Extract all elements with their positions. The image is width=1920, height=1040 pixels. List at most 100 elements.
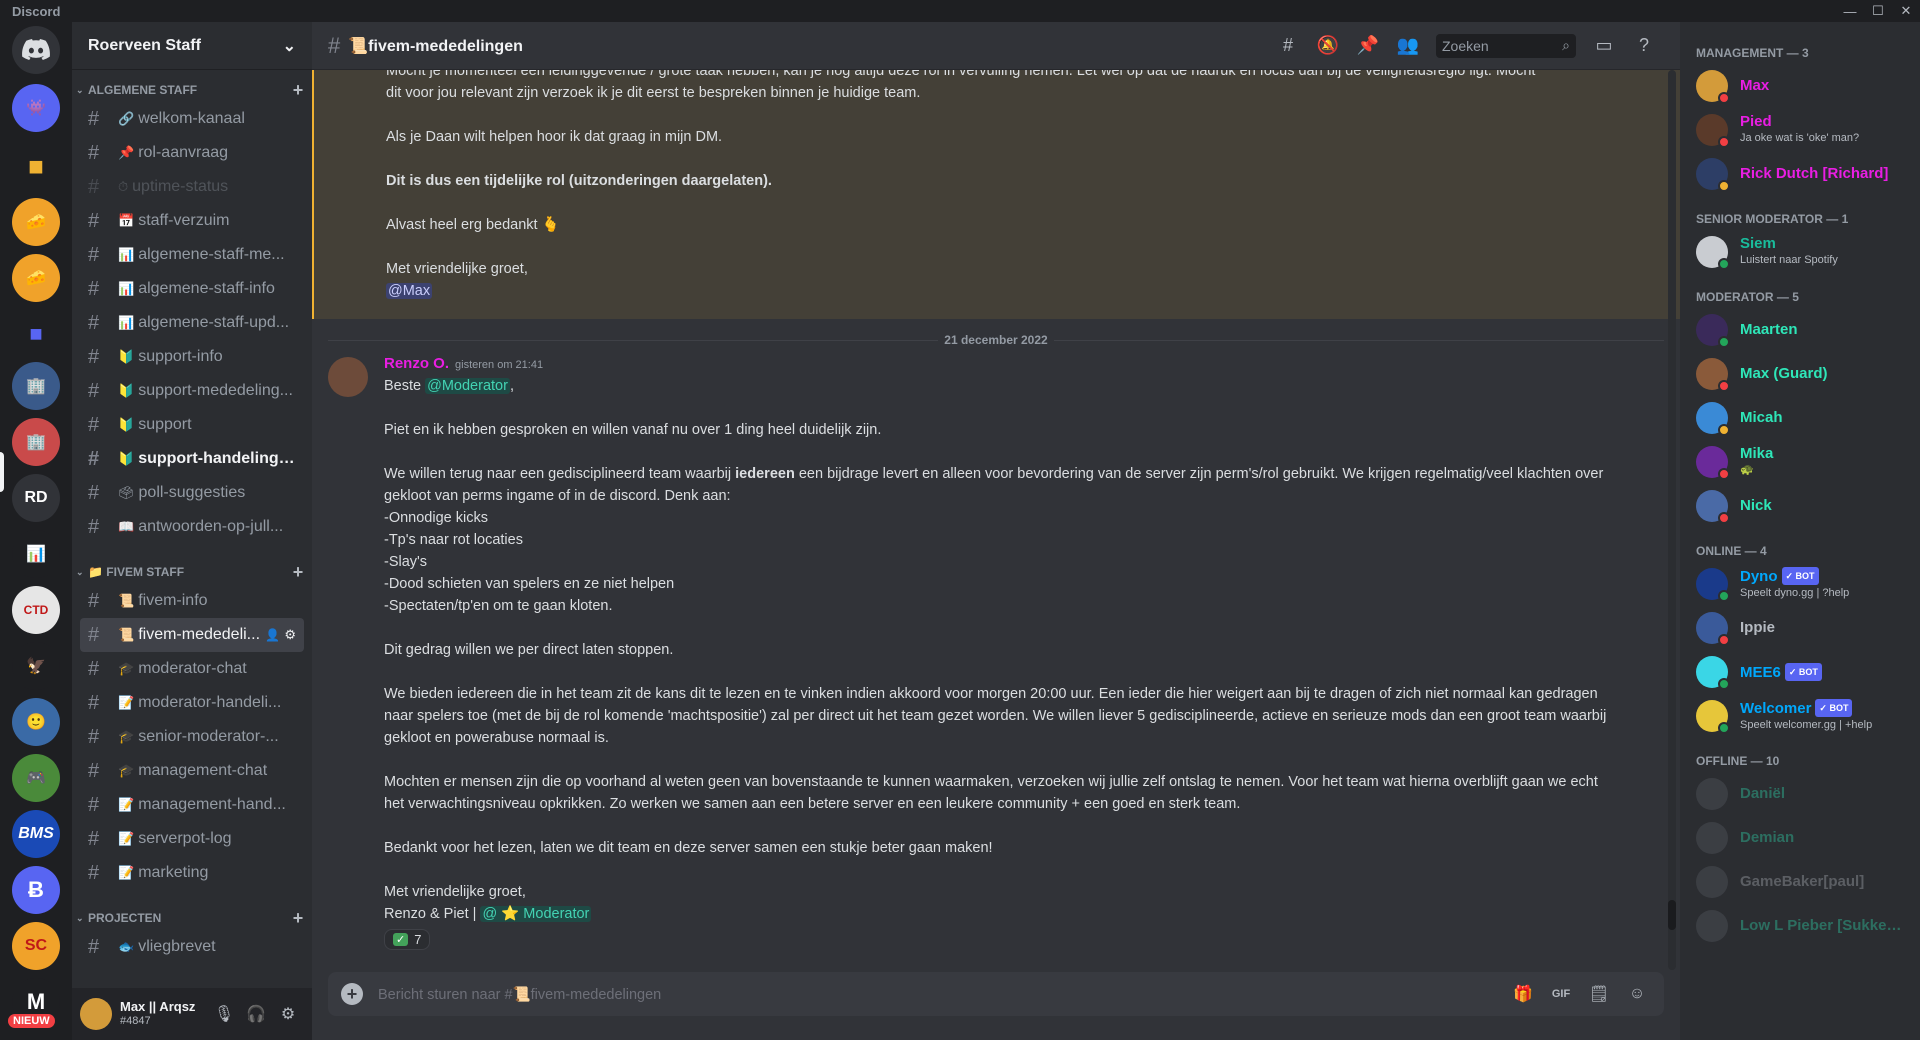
help-icon[interactable]: ?	[1624, 35, 1664, 56]
server-folder[interactable]: ■	[12, 310, 60, 358]
member-item[interactable]: Micah	[1688, 396, 1912, 440]
member-item[interactable]: Max	[1688, 64, 1912, 108]
member-item[interactable]: Maarten	[1688, 308, 1912, 352]
channel-item[interactable]: # 🔰 support-mededeling...	[80, 374, 304, 408]
channel-item[interactable]: # 📅 staff-verzuim	[80, 204, 304, 238]
bell-muted-icon[interactable]: 🔕	[1308, 35, 1348, 56]
scrollbar-thumb[interactable]	[1668, 900, 1676, 930]
server-icon[interactable]: 🏢	[12, 362, 60, 410]
member-name: Mika	[1740, 446, 1774, 462]
server-icon[interactable]: 📊	[12, 530, 60, 578]
channel-item[interactable]: # 📝 moderator-handeli...	[80, 686, 304, 720]
server-icon[interactable]: 👾	[12, 84, 60, 132]
avatar[interactable]	[80, 998, 112, 1030]
channel-category[interactable]: ⌄ Projecten +	[72, 906, 312, 930]
role-mention[interactable]: @Moderator	[425, 378, 510, 394]
channel-item[interactable]: # 🔰 support-handelingen	[80, 442, 304, 476]
channel-category[interactable]: ⌄ 📁 Fivem staff +	[72, 560, 312, 584]
channel-category[interactable]: ⌄ Algemene staff +	[72, 78, 312, 102]
member-item[interactable]: Daniël	[1688, 772, 1912, 816]
add-member-icon[interactable]: 👤	[265, 628, 280, 642]
member-item[interactable]: Ippie	[1688, 606, 1912, 650]
sticker-icon[interactable]: 🗒	[1580, 984, 1618, 1004]
server-icon[interactable]: 🧀	[12, 198, 60, 246]
inbox-icon[interactable]: ▭	[1584, 35, 1624, 56]
server-icon-sc[interactable]: SC	[12, 922, 60, 970]
user-mention[interactable]: @Max	[386, 283, 433, 299]
gear-icon[interactable]: ⚙	[272, 1004, 304, 1024]
close-icon[interactable]: ✕	[1892, 3, 1920, 19]
channel-item[interactable]: # 📊 algemene-staff-me...	[80, 238, 304, 272]
avatar	[1696, 822, 1728, 854]
channel-item[interactable]: # 📝 management-hand...	[80, 788, 304, 822]
search-input[interactable]: Zoeken ⌕	[1436, 33, 1576, 58]
server-icon-roerveen[interactable]: 🏢	[12, 418, 60, 466]
channel-item[interactable]: # ⏱ uptime-status	[80, 170, 304, 204]
user-info[interactable]: Max || Arqsz #4847	[120, 1000, 208, 1028]
member-item[interactable]: Welcomer ✓ BOT Speelt welcomer.gg | +help	[1688, 694, 1912, 738]
channel-item[interactable]: # 📊 algemene-staff-upd...	[80, 306, 304, 340]
members-icon[interactable]: 👥	[1388, 35, 1428, 56]
plus-icon[interactable]: +	[284, 908, 312, 929]
maximize-icon[interactable]: ☐	[1864, 3, 1892, 19]
member-item[interactable]: Rick Dutch [Richard]	[1688, 152, 1912, 196]
attach-button[interactable]: +	[336, 978, 368, 1010]
channel-item[interactable]: # 📜 fivem-info	[80, 584, 304, 618]
channel-item[interactable]: # 🔰 support-info	[80, 340, 304, 374]
channel-item[interactable]: # 🔰 support	[80, 408, 304, 442]
category-label: 📁 Fivem staff	[88, 565, 185, 579]
reaction[interactable]: ✓ 7	[384, 929, 431, 950]
channel-item[interactable]: # 📜 fivem-mededeli... 👤 ⚙	[80, 618, 304, 652]
server-icon[interactable]: 🙂	[12, 698, 60, 746]
channel-item[interactable]: # 📝 serverpot-log	[80, 822, 304, 856]
channel-item[interactable]: # 📝 marketing	[80, 856, 304, 890]
channel-item[interactable]: # 📌 rol-aanvraag	[80, 136, 304, 170]
server-icon-bms[interactable]: BMS	[12, 810, 60, 858]
member-item[interactable]: Mika 🐢	[1688, 440, 1912, 484]
channel-item[interactable]: # 🐟 vliegbrevet	[80, 930, 304, 964]
plus-icon[interactable]: +	[284, 80, 312, 101]
threads-icon[interactable]: #	[1268, 35, 1308, 56]
headphones-icon[interactable]: 🎧	[240, 1004, 272, 1024]
server-icon[interactable]: 🎮	[12, 754, 60, 802]
gear-icon[interactable]: ⚙	[284, 627, 296, 643]
channel-emoji-icon: 🎓	[118, 763, 135, 778]
channel-item[interactable]: # 📖 antwoorden-op-jull...	[80, 510, 304, 544]
home-button[interactable]	[12, 26, 60, 74]
server-folder[interactable]: ■	[12, 142, 60, 190]
emoji-icon[interactable]: ☺	[1618, 985, 1656, 1003]
scrollbar[interactable]	[1668, 70, 1676, 970]
message-composer[interactable]: + Bericht sturen naar #📜fivem-mededeling…	[328, 972, 1664, 1016]
server-icon[interactable]: 🦅	[12, 642, 60, 690]
member-item[interactable]: Pied Ja oke wat is 'oke' man?	[1688, 108, 1912, 152]
member-item[interactable]: GameBaker[paul]	[1688, 860, 1912, 904]
message-input[interactable]: Bericht sturen naar #📜fivem-mededelingen	[368, 986, 1504, 1003]
gif-button[interactable]: GIF	[1542, 988, 1580, 1000]
microphone-icon[interactable]: 🎙	[208, 1004, 240, 1024]
channel-item[interactable]: # 🎓 management-chat	[80, 754, 304, 788]
server-icon[interactable]: CTD	[12, 586, 60, 634]
gift-icon[interactable]: 🎁	[1504, 984, 1542, 1004]
member-item[interactable]: Dyno ✓ BOT Speelt dyno.gg | ?help	[1688, 562, 1912, 606]
member-item[interactable]: Low L Pieber [Sukkel ...	[1688, 904, 1912, 948]
channel-item[interactable]: # 🔗 welkom-kanaal	[80, 102, 304, 136]
channel-item[interactable]: # 🎓 moderator-chat	[80, 652, 304, 686]
channel-item[interactable]: # 📊 algemene-staff-info	[80, 272, 304, 306]
server-icon[interactable]: 🧀	[12, 254, 60, 302]
server-icon-rd[interactable]: RD	[12, 474, 60, 522]
role-mention[interactable]: @ ⭐ Moderator	[480, 906, 592, 922]
member-item[interactable]: Demian	[1688, 816, 1912, 860]
channel-item[interactable]: # 🎓 senior-moderator-...	[80, 720, 304, 754]
member-item[interactable]: Max (Guard)	[1688, 352, 1912, 396]
member-item[interactable]: MEE6 ✓ BOT	[1688, 650, 1912, 694]
member-item[interactable]: Siem Luistert naar Spotify	[1688, 230, 1912, 274]
avatar[interactable]	[328, 357, 368, 397]
server-icon[interactable]: Ƀ	[12, 866, 60, 914]
plus-icon[interactable]: +	[284, 562, 312, 583]
pin-icon[interactable]: 📌	[1348, 35, 1388, 56]
member-item[interactable]: Nick	[1688, 484, 1912, 528]
message-author[interactable]: Renzo O.	[384, 355, 449, 372]
guild-header[interactable]: Roerveen Staff ⌄	[72, 22, 312, 70]
minimize-icon[interactable]: —	[1836, 4, 1864, 19]
channel-item[interactable]: # 🗳 poll-suggesties	[80, 476, 304, 510]
